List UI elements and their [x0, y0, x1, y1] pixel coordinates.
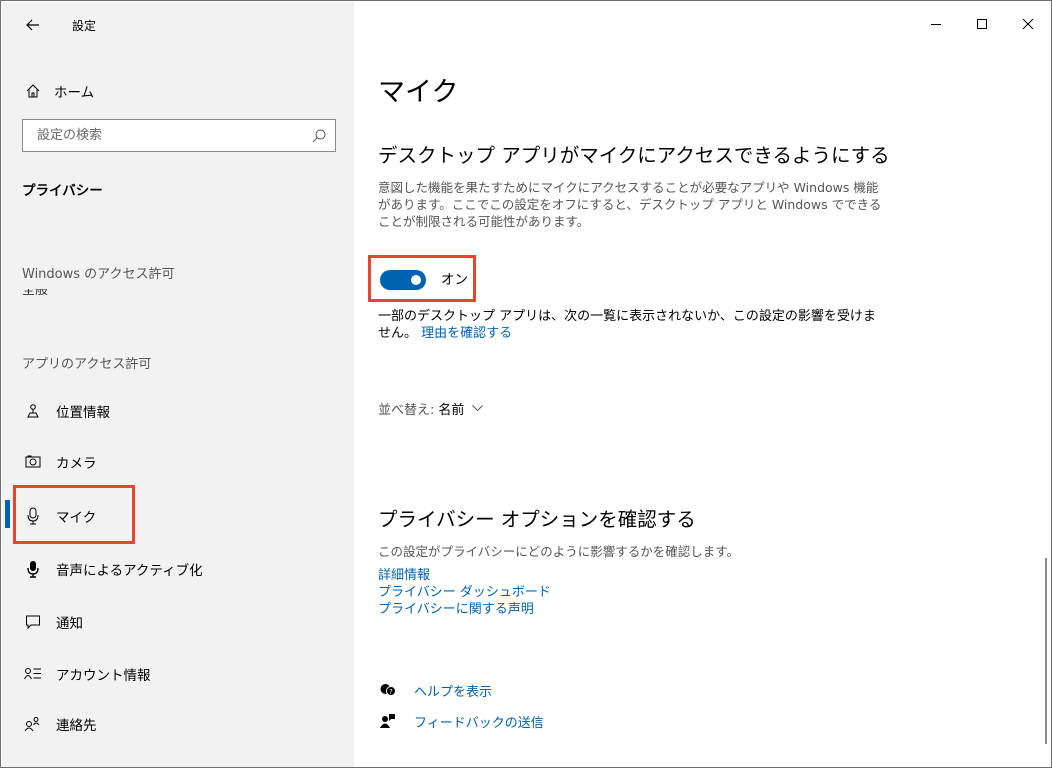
- privacy-links: 詳細情報 プライバシー ダッシュボード プライバシーに関する声明: [378, 567, 551, 618]
- send-feedback-link[interactable]: フィードバックの送信: [378, 711, 544, 731]
- main-content: マイク デスクトップ アプリがマイクにアクセスできるようにする 意図した機能を果…: [354, 2, 1051, 767]
- sidebar-item-camera[interactable]: カメラ: [2, 442, 354, 482]
- desktop-apps-note: 一部のデスクトップ アプリは、次の一覧に表示されないか、この設定の影響を受けませ…: [378, 308, 888, 342]
- location-icon: [22, 400, 44, 422]
- privacy-dashboard-link[interactable]: プライバシー ダッシュボード: [378, 584, 551, 601]
- maximize-icon: [977, 19, 987, 29]
- get-help-label: ヘルプを表示: [414, 684, 493, 700]
- account-info-icon: [22, 663, 44, 685]
- back-button[interactable]: [26, 16, 46, 36]
- voice-activation-icon: [22, 558, 44, 580]
- send-feedback-label: フィードバックの送信: [414, 715, 544, 731]
- search-icon[interactable]: [311, 128, 327, 144]
- more-info-link[interactable]: 詳細情報: [378, 567, 551, 584]
- chevron-down-icon: [472, 405, 484, 412]
- highlight-box-toggle: [368, 255, 476, 302]
- search-input[interactable]: [23, 120, 303, 151]
- sort-label: 並べ替え:: [378, 403, 435, 418]
- highlight-box-microphone: [13, 485, 135, 544]
- help-chat-icon: ?: [378, 680, 398, 700]
- learn-why-link[interactable]: 理由を確認する: [421, 326, 512, 341]
- sidebar-item-label: 位置情報: [56, 405, 110, 421]
- sidebar-item-label: アカウント情報: [56, 668, 151, 684]
- privacy-options-description: この設定がプライバシーにどのように影響するかを確認します。: [378, 544, 740, 559]
- maximize-button[interactable]: [959, 2, 1005, 46]
- sidebar-item-label: 音声によるアクティブ化: [56, 563, 203, 579]
- close-button[interactable]: [1005, 2, 1051, 46]
- home-label: ホーム: [54, 85, 95, 101]
- privacy-statement-link[interactable]: プライバシーに関する声明: [378, 601, 551, 618]
- sidebar-item-location[interactable]: 位置情報: [2, 391, 354, 431]
- minimize-button[interactable]: [913, 2, 959, 46]
- get-help-link[interactable]: ? ヘルプを表示: [378, 680, 492, 700]
- sort-dropdown[interactable]: 並べ替え: 名前: [378, 399, 484, 418]
- contacts-icon: [22, 713, 44, 735]
- settings-window: 設定 ホーム プライバシー Windows のアクセス許可 全般 アプリのアクセ…: [0, 0, 1052, 768]
- app-title: 設定: [72, 19, 97, 33]
- section-windows-permissions: Windows のアクセス許可: [22, 267, 175, 282]
- home-icon: [22, 80, 44, 102]
- sidebar-item-voice-activation[interactable]: 音声によるアクティブ化: [2, 549, 354, 589]
- sidebar-item-label: 通知: [56, 616, 83, 632]
- sidebar-item-home[interactable]: ホーム: [2, 71, 354, 111]
- notification-icon: [22, 611, 44, 633]
- sidebar: 設定 ホーム プライバシー Windows のアクセス許可 全般 アプリのアクセ…: [2, 2, 354, 767]
- svg-text:?: ?: [389, 688, 393, 696]
- desktop-apps-heading: デスクトップ アプリがマイクにアクセスできるようにする: [378, 144, 890, 167]
- desktop-apps-description: 意図した機能を果たすためにマイクにアクセスすることが必要なアプリや Window…: [378, 180, 882, 229]
- close-icon: [1023, 19, 1033, 29]
- sidebar-item-notifications[interactable]: 通知: [2, 602, 354, 642]
- page-title: マイク: [378, 77, 459, 108]
- sidebar-item-contacts[interactable]: 連絡先: [2, 704, 354, 744]
- privacy-options-heading: プライバシー オプションを確認する: [378, 508, 696, 531]
- search-box[interactable]: [22, 119, 336, 152]
- back-arrow-icon: [26, 19, 39, 31]
- minimize-icon: [931, 24, 941, 25]
- category-heading: プライバシー: [22, 183, 103, 199]
- sidebar-item-label: カメラ: [56, 456, 97, 472]
- camera-icon: [22, 451, 44, 473]
- sidebar-item-clipped[interactable]: 全般: [22, 289, 182, 297]
- sort-value: 名前: [438, 403, 465, 418]
- scrollbar[interactable]: [1045, 558, 1047, 744]
- sidebar-item-account-info[interactable]: アカウント情報: [2, 654, 354, 694]
- sidebar-item-label: 連絡先: [56, 718, 97, 734]
- feedback-icon: [378, 711, 398, 731]
- section-app-permissions: アプリのアクセス許可: [22, 357, 152, 372]
- window-controls: [913, 2, 1051, 46]
